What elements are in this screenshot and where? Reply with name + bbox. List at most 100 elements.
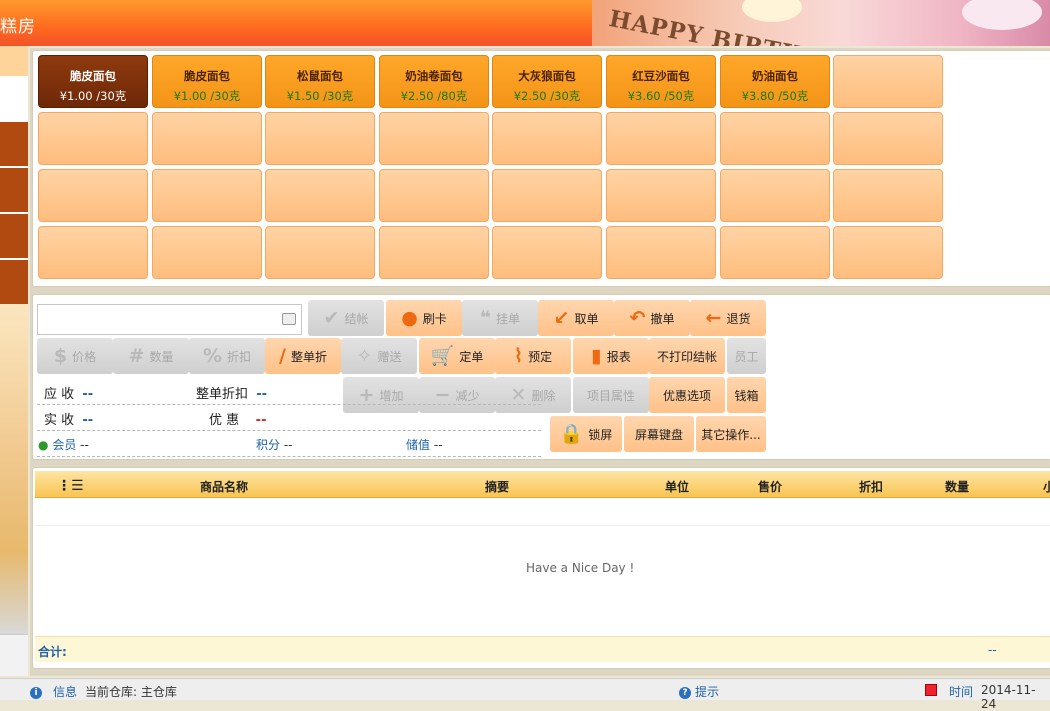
product-tile[interactable]: 松鼠面包 ¥1.50 /30克 (265, 55, 375, 108)
empty-product-tile[interactable] (379, 226, 489, 279)
empty-product-tile[interactable] (720, 226, 830, 279)
empty-product-tile[interactable] (38, 226, 148, 279)
column-header: 售价 (758, 480, 783, 494)
whole-discount-button[interactable]: / 整单折 (265, 338, 341, 374)
empty-product-tile[interactable] (833, 169, 943, 222)
cash-drawer-button[interactable]: 钱箱 (727, 377, 766, 413)
empty-product-tile[interactable] (833, 55, 943, 108)
product-name: 奶油面包 (752, 69, 798, 83)
product-tile[interactable]: 奶油卷面包 ¥2.50 /80克 (379, 55, 489, 108)
other-ops-button[interactable]: 其它操作... (696, 416, 766, 452)
column-header: 单位 (665, 480, 690, 494)
place-order-button[interactable]: 🛒 定单 (419, 338, 495, 374)
delete-button[interactable]: ✕ 删除 (495, 377, 571, 413)
sidebar-item[interactable] (0, 46, 28, 76)
sidebar-item[interactable] (0, 260, 28, 304)
empty-product-tile[interactable] (492, 112, 602, 165)
reserve-button[interactable]: ⌇ 预定 (495, 338, 571, 374)
take-order-button[interactable]: ↙ 取单 (538, 300, 614, 336)
points-value: -- (283, 438, 293, 452)
keyboard-icon[interactable] (282, 313, 296, 325)
app-title: 糕房 (0, 17, 36, 37)
search-input[interactable] (37, 304, 302, 335)
empty-product-tile[interactable] (720, 169, 830, 222)
screen-keyboard-button[interactable]: 屏幕键盘 (624, 416, 694, 452)
cancel-order-button[interactable]: ↶ 撤单 (614, 300, 690, 336)
no-print-checkout-label: 不打印结帐 (656, 349, 717, 364)
empty-product-tile[interactable] (379, 169, 489, 222)
total-value: -- (988, 643, 997, 657)
staff-button[interactable]: 员工 (727, 338, 766, 374)
hint-label[interactable]: 提示 (695, 683, 719, 700)
report-button[interactable]: ▮ 报表 (573, 338, 649, 374)
empty-product-tile[interactable] (379, 112, 489, 165)
empty-product-tile[interactable] (265, 226, 375, 279)
empty-product-tile[interactable] (265, 112, 375, 165)
whole-discount-summary-value: -- (256, 387, 268, 402)
reserve-label: 预定 (528, 349, 553, 364)
whole-discount-summary-label: 整单折扣 (196, 387, 249, 402)
price-label: 价格 (72, 349, 97, 364)
person-icon: ● (401, 306, 418, 329)
info-label[interactable]: 信息 (53, 683, 77, 700)
product-name: 大灰狼面包 (518, 69, 576, 83)
slash-icon: / (279, 344, 286, 367)
empty-product-tile[interactable] (152, 226, 262, 279)
empty-product-tile[interactable] (606, 112, 716, 165)
sidebar-item[interactable] (0, 168, 28, 212)
sidebar-item[interactable] (0, 122, 28, 166)
product-price: ¥1.00 /30克 (59, 89, 127, 103)
empty-product-tile[interactable] (38, 112, 148, 165)
cancel-order-label: 撤单 (650, 311, 675, 326)
swipe-card-label: 刷卡 (422, 311, 447, 326)
member-label[interactable]: 会员 (52, 438, 76, 452)
no-print-checkout-button[interactable]: 不打印结帐 (649, 338, 725, 374)
other-ops-label: 其它操作... (701, 427, 761, 442)
empty-product-tile[interactable] (492, 169, 602, 222)
product-tile[interactable]: 大灰狼面包 ¥2.50 /30克 (492, 55, 602, 108)
place-order-label: 定单 (459, 349, 484, 364)
product-tile[interactable]: 奶油面包 ¥3.80 /50克 (720, 55, 830, 108)
reduce-label: 减少 (455, 388, 480, 403)
product-tile[interactable]: 红豆沙面包 ¥3.60 /50克 (606, 55, 716, 108)
promo-options-button[interactable]: 优惠选项 (649, 377, 725, 413)
price-button[interactable]: $ 价格 (37, 338, 113, 374)
staff-label: 员工 (734, 349, 759, 364)
empty-product-tile[interactable] (606, 169, 716, 222)
sidebar-item[interactable] (0, 634, 28, 676)
header-bar: 糕房 HAPPY BIRTHDAY (0, 0, 1050, 46)
check-icon: ✔ (323, 306, 340, 329)
empty-product-tile[interactable] (606, 226, 716, 279)
empty-product-tile[interactable] (38, 169, 148, 222)
empty-product-tile[interactable] (720, 112, 830, 165)
empty-product-tile[interactable] (152, 112, 262, 165)
quantity-button[interactable]: # 数量 (113, 338, 189, 374)
empty-product-tile[interactable] (492, 226, 602, 279)
hang-order-button[interactable]: ❝ 挂单 (462, 300, 538, 336)
add-button[interactable]: + 增加 (343, 377, 419, 413)
undo-icon: ↶ (629, 306, 646, 329)
return-goods-button[interactable]: ← 退货 (690, 300, 766, 336)
receivable-row: 应 收 -- (44, 383, 93, 402)
member-icon: ● (38, 438, 49, 452)
reduce-button[interactable]: − 减少 (419, 377, 495, 413)
product-tile[interactable]: 脆皮面包 ¥1.00 /30克 (38, 55, 148, 108)
list-icon[interactable]: ⋮☰ (57, 478, 84, 494)
product-tile[interactable]: 脆皮面包 ¥1.00 /30克 (152, 55, 262, 108)
gift-button[interactable]: ✧ 赠送 (341, 338, 417, 374)
empty-product-tile[interactable] (152, 169, 262, 222)
empty-product-tile[interactable] (833, 226, 943, 279)
sidebar-item[interactable] (0, 214, 28, 258)
lock-screen-button[interactable]: 🔒 锁屏 (550, 416, 622, 452)
swipe-card-button[interactable]: ● 刷卡 (386, 300, 462, 336)
left-sidebar (0, 46, 28, 676)
empty-message: Have a Nice Day ! (526, 561, 635, 575)
checkout-button[interactable]: ✔ 结帐 (308, 300, 384, 336)
empty-product-tile[interactable] (833, 112, 943, 165)
product-name: 红豆沙面包 (632, 69, 690, 83)
item-attributes-button[interactable]: 项目属性 (573, 377, 649, 413)
discount-button[interactable]: % 折扣 (189, 338, 265, 374)
add-label: 增加 (379, 388, 404, 403)
delete-label: 删除 (531, 388, 556, 403)
empty-product-tile[interactable] (265, 169, 375, 222)
